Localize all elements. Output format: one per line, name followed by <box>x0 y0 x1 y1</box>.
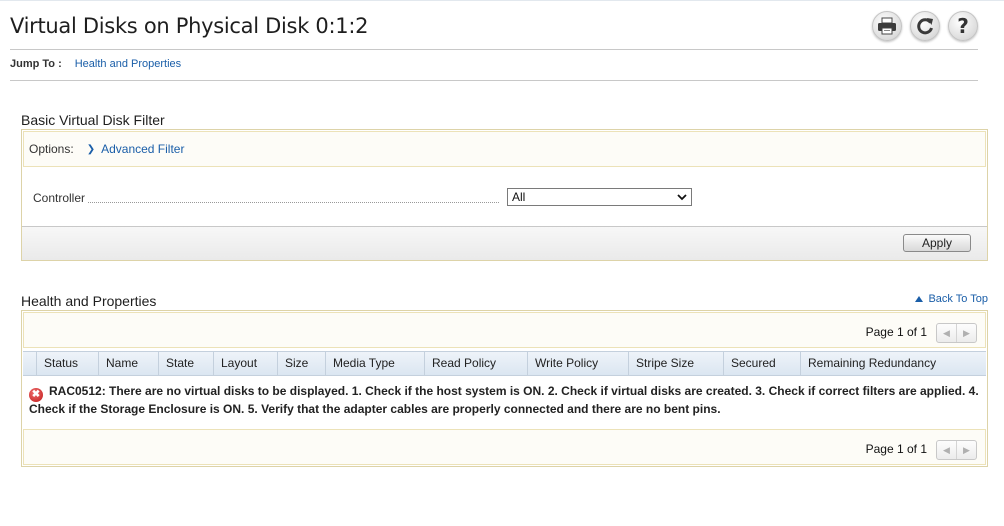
column-header-media-type[interactable]: Media Type <box>325 352 424 375</box>
chevron-right-icon: ❯ <box>86 143 96 155</box>
page-title: Virtual Disks on Physical Disk 0:1:2 <box>10 14 369 38</box>
apply-bar: Apply <box>22 226 987 260</box>
filter-panel: Options: ❯ Advanced Filter Controller Al… <box>21 129 988 261</box>
jump-link-health[interactable]: Health and Properties <box>75 58 181 70</box>
column-header-size[interactable]: Size <box>277 352 325 375</box>
column-header-write-policy[interactable]: Write Policy <box>527 352 628 375</box>
pager-bottom: Page 1 of 1 ◀ ▶ <box>23 429 986 465</box>
empty-message-row: ✖ RAC0512: There are no virtual disks to … <box>29 384 979 417</box>
jump-divider <box>10 80 978 81</box>
refresh-icon <box>917 18 933 35</box>
column-header-read-policy[interactable]: Read Policy <box>424 352 527 375</box>
back-to-top-label: Back To Top <box>928 293 988 305</box>
refresh-button[interactable] <box>910 11 940 41</box>
controller-row: Controller All <box>33 188 693 208</box>
print-button[interactable] <box>872 11 902 41</box>
filter-section-title: Basic Virtual Disk Filter <box>21 112 165 128</box>
next-page-icon[interactable]: ▶ <box>956 324 976 342</box>
options-label: Options: <box>29 142 74 156</box>
back-to-top-link[interactable]: Back To Top <box>915 293 988 305</box>
column-header-status[interactable]: Status <box>36 352 98 375</box>
dotted-leader <box>88 202 499 203</box>
controller-select-value: All <box>512 190 526 204</box>
toolbar: ? <box>872 11 978 41</box>
table-header: Status Name State Layout Size Media Type… <box>23 351 986 376</box>
column-header-name[interactable]: Name <box>98 352 158 375</box>
advanced-filter-link[interactable]: Advanced Filter <box>101 142 184 156</box>
column-header-secured[interactable]: Secured <box>723 352 800 375</box>
page-indicator-top: Page 1 of 1 <box>865 325 927 339</box>
empty-message-text: RAC0512: There are no virtual disks to b… <box>29 384 979 416</box>
column-header-layout[interactable]: Layout <box>213 352 277 375</box>
column-header-state[interactable]: State <box>158 352 213 375</box>
help-button[interactable]: ? <box>948 11 978 41</box>
column-header-stripe-size[interactable]: Stripe Size <box>628 352 723 375</box>
jump-to-label: Jump To : <box>10 58 62 70</box>
prev-page-icon[interactable]: ◀ <box>937 324 956 342</box>
printer-icon <box>878 17 896 35</box>
options-bar: Options: ❯ Advanced Filter <box>23 131 986 167</box>
error-icon: ✖ <box>29 388 43 402</box>
triangle-up-icon <box>915 296 924 302</box>
pager-buttons-bottom: ◀ ▶ <box>936 440 977 460</box>
chevron-down-icon <box>677 194 687 201</box>
pager-buttons-top: ◀ ▶ <box>936 323 977 343</box>
controller-select[interactable]: All <box>507 188 692 206</box>
jump-to-bar: Jump To : Health and Properties <box>10 58 181 70</box>
health-panel: Page 1 of 1 ◀ ▶ Status Name State Layout… <box>21 310 988 467</box>
apply-button[interactable]: Apply <box>903 234 971 252</box>
page-indicator-bottom: Page 1 of 1 <box>865 442 927 456</box>
pager-top: Page 1 of 1 ◀ ▶ <box>23 312 986 348</box>
controller-label: Controller <box>33 191 88 205</box>
health-section-title: Health and Properties <box>21 293 157 309</box>
next-page-icon[interactable]: ▶ <box>956 441 976 459</box>
help-icon: ? <box>957 14 969 38</box>
prev-page-icon[interactable]: ◀ <box>937 441 956 459</box>
title-divider <box>10 49 978 50</box>
column-header-remaining-redundancy[interactable]: Remaining Redundancy <box>800 352 987 375</box>
